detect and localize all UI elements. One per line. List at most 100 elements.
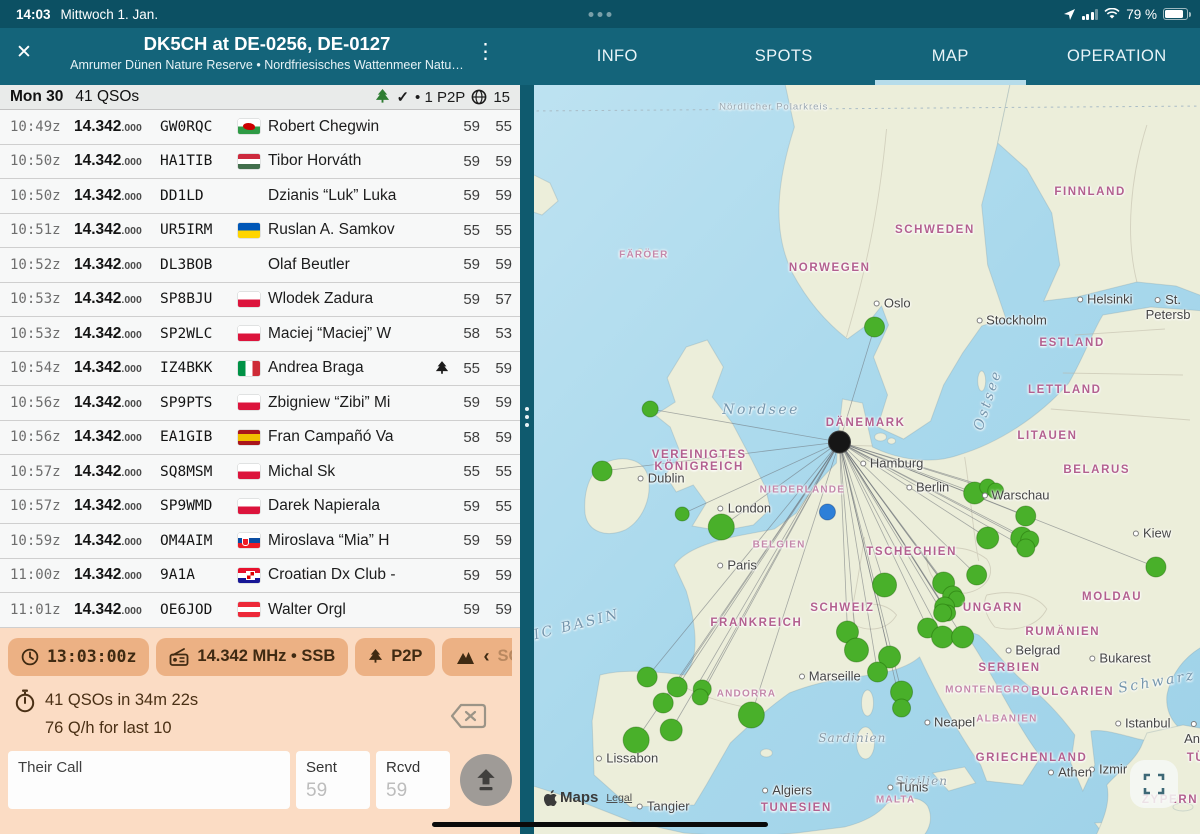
qso-marker[interactable] [1016,506,1036,526]
tree-icon [368,649,383,665]
qso-time: 10:56z [10,395,74,411]
time-pill[interactable]: 13:03:00z [8,638,149,676]
their-call-input[interactable]: Their Call [8,751,290,809]
table-row[interactable]: 10:53z14.342.000SP2WLCMaciej “Maciej” W5… [0,317,520,352]
qso-time: 11:01z [10,602,74,618]
tree-icon [375,89,390,105]
map-attribution: Maps Legal [544,789,632,806]
tab-info[interactable]: INFO [534,28,701,85]
qso-marker[interactable] [868,662,888,682]
qso-operator-name: Michal Sk [268,463,432,481]
rcvd-label: Rcvd [386,759,440,776]
qso-marker[interactable] [708,514,734,540]
spot-marker-blue[interactable] [819,504,835,520]
freq-mode-pill[interactable]: 14.342 MHz • SSB [156,638,348,676]
qso-marker[interactable] [675,507,689,521]
wifi-icon [1104,8,1120,20]
table-row[interactable]: 10:57z14.342.000SP9WMDDarek Napierala595… [0,490,520,525]
qso-time: 10:57z [10,498,74,514]
qso-marker[interactable] [637,667,657,687]
screen: 14:03 Mittwoch 1. Jan. 79 % ✕ DK5CH at D… [0,0,1200,834]
map-legal-link[interactable]: Legal [606,792,632,804]
table-row[interactable]: 10:56z14.342.000SP9PTSZbigniew “Zibi” Mi… [0,386,520,421]
qso-marker[interactable] [844,638,868,662]
qso-marker[interactable] [1017,539,1035,557]
qso-rst-rcvd: 59 [480,256,512,273]
qso-marker[interactable] [977,527,999,549]
qso-table: 10:49z14.342.000GW0RQCRobert Chegwin5955… [0,110,520,628]
qso-rst-rcvd: 59 [480,567,512,584]
table-row[interactable]: 10:57z14.342.000SQ8MSMMichal Sk5555 [0,455,520,490]
sota-pill-label: SOTA [497,647,512,666]
table-row[interactable]: 11:00z14.342.0009A1ACroatian Dx Club -59… [0,559,520,594]
table-row[interactable]: 10:50z14.342.000HA1TIBTibor Horváth5959 [0,145,520,180]
qso-marker[interactable] [873,573,897,597]
qso-time: 10:51z [10,222,74,238]
panel-resize-handle[interactable] [520,85,534,834]
table-row[interactable]: 10:59z14.342.000OM4AIMMiroslava “Mia” H5… [0,524,520,559]
backspace-button[interactable] [448,701,488,736]
table-row[interactable]: 10:56z14.342.000EA1GIBFran Campañó Va585… [0,421,520,456]
tab-operation[interactable]: OPERATION [1034,28,1200,85]
qso-callsign: DD1LD [160,188,238,204]
qso-callsign: SP2WLC [160,326,238,342]
qso-marker[interactable] [667,677,687,697]
station-marker[interactable] [828,431,850,453]
close-icon[interactable]: ✕ [16,43,32,62]
table-row[interactable]: 10:50z14.342.000DD1LDDzianis “Luk” Luka5… [0,179,520,214]
qso-marker[interactable] [592,461,612,481]
qso-operator-name: Dzianis “Luk” Luka [268,187,432,205]
qso-marker[interactable] [692,689,708,705]
table-row[interactable]: 11:01z14.342.000OE6JODWalter Orgl5959 [0,593,520,628]
qso-marker[interactable] [864,317,884,337]
qso-marker[interactable] [623,727,649,753]
sent-input[interactable]: Sent 59 [296,751,370,809]
home-indicator[interactable] [432,822,768,828]
status-date: Mittwoch 1. Jan. [61,7,159,22]
table-row[interactable]: 10:49z14.342.000GW0RQCRobert Chegwin5955 [0,110,520,145]
qso-marker[interactable] [653,693,673,713]
qso-marker[interactable] [893,699,911,717]
table-row[interactable]: 10:54z14.342.000IZ4BKKAndrea Braga5559 [0,352,520,387]
qso-frequency: 14.342.000 [74,359,160,377]
more-menu-icon[interactable]: ⋮ [475,41,496,62]
multitask-dots-icon[interactable] [589,12,612,17]
qso-marker[interactable] [1146,557,1166,577]
qso-marker[interactable] [934,604,952,622]
qso-rst-rcvd: 59 [480,187,512,204]
qso-rst-rcvd: 55 [480,463,512,480]
rcvd-input[interactable]: Rcvd 59 [376,751,450,809]
qso-rst-sent: 55 [452,463,480,480]
qso-marker[interactable] [988,483,1004,499]
qso-marker[interactable] [738,702,764,728]
map[interactable]: Nördlicher PolarkreisFÄRÖERNORWEGENSCHWE… [534,85,1200,834]
qso-frequency: 14.342.000 [74,325,160,343]
qso-frequency: 14.342.000 [74,532,160,550]
qso-marker[interactable] [642,401,658,417]
upload-icon [473,767,499,793]
fullscreen-button[interactable] [1130,760,1178,808]
qso-marker[interactable] [932,626,954,648]
table-row[interactable]: 10:53z14.342.000SP8BJUWlodek Zadura5957 [0,283,520,318]
log-p2p-count: • 1 P2P [415,89,465,106]
qso-rst-rcvd: 57 [480,291,512,308]
qso-frequency: 14.342.000 [74,463,160,481]
qso-rst-sent: 58 [452,325,480,342]
qso-marker[interactable] [967,565,987,585]
sota-pill[interactable]: ‹ SOTA [442,638,512,676]
qso-operator-name: Robert Chegwin [268,118,432,136]
qso-marker[interactable] [952,626,974,648]
qso-marker[interactable] [660,719,682,741]
log-qso-button[interactable] [460,754,512,806]
table-row[interactable]: 10:52z14.342.000DL3BOBOlaf Beutler5959 [0,248,520,283]
p2p-pill[interactable]: P2P [355,638,435,676]
tab-map[interactable]: MAP [867,28,1034,85]
qso-callsign: SP9WMD [160,498,238,514]
table-row[interactable]: 10:51z14.342.000UR5IRMRuslan A. Samkov55… [0,214,520,249]
qso-callsign: SP9PTS [160,395,238,411]
qso-rst-rcvd: 59 [480,429,512,446]
stats-line2: 76 Q/h for last 10 [45,719,512,738]
qso-rst-sent: 59 [452,498,480,515]
qso-time: 10:53z [10,291,74,307]
tab-spots[interactable]: SPOTS [701,28,868,85]
